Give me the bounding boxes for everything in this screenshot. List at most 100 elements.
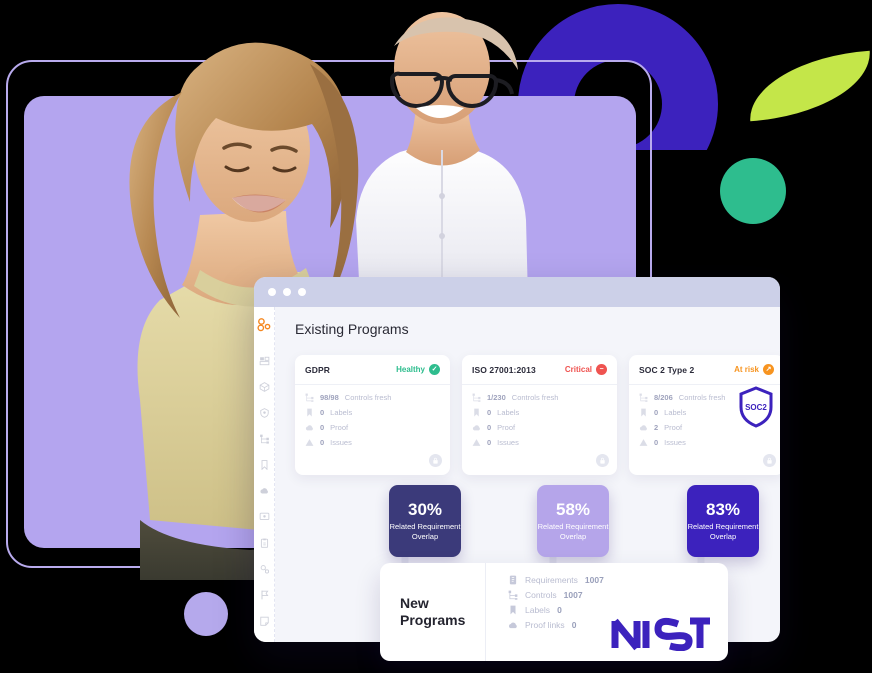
status-badge: At risk ↗ <box>734 364 774 375</box>
stat-value: 0 <box>571 620 577 630</box>
overlap-label: Related Requirement Overlap <box>389 522 461 541</box>
stat-row: 98/98 Controls fresh <box>305 393 440 402</box>
status-badge: Critical − <box>565 364 607 375</box>
overlap-label: Related Requirement Overlap <box>537 522 609 541</box>
stat-value: 0 <box>487 408 492 417</box>
cloud-icon <box>508 622 517 629</box>
stat-value: 0 <box>320 438 325 447</box>
arrow-circle-icon: ↗ <box>763 364 774 375</box>
monitor-icon[interactable] <box>258 512 271 522</box>
stat-value: 0 <box>320 423 325 432</box>
overlap-badge[interactable]: 58% Related Requirement Overlap <box>537 485 609 557</box>
overlap-badge[interactable]: 83% Related Requirement Overlap <box>687 485 759 557</box>
stat-value: 0 <box>320 408 325 417</box>
stat-row: 0 Issues <box>639 438 774 447</box>
stat-label: Labels <box>664 408 687 417</box>
stat-value: 1007 <box>584 575 604 585</box>
stat-row: Requirements 1007 <box>508 575 728 585</box>
lilac-dot-decoration <box>184 592 228 636</box>
leaf-decoration <box>745 50 872 122</box>
teal-circle-decoration <box>720 158 786 224</box>
card-action-button[interactable] <box>763 454 776 467</box>
stat-row: 0 Labels <box>472 408 607 417</box>
stat-label: Labels <box>497 408 520 417</box>
card-header: SOC 2 Type 2 At risk ↗ <box>629 355 780 385</box>
overlap-percent: 83% <box>705 500 741 520</box>
hierarchy-icon <box>472 393 481 402</box>
stat-value: 0 <box>654 438 659 447</box>
note-icon[interactable] <box>258 616 271 626</box>
program-name: ISO 27001:2013 <box>472 364 536 375</box>
stat-row: 1/230 Controls fresh <box>472 393 607 402</box>
alert-circle-icon: − <box>596 364 607 375</box>
stat-label: Issues <box>330 438 352 447</box>
program-card[interactable]: GDPR Healthy ✓ 98/98 Controls fresh 0 Labe… <box>295 355 450 475</box>
soc2-emblem-text: SOC2 <box>745 403 767 412</box>
program-card[interactable]: SOC 2 Type 2 At risk ↗ 8/206 Controls fre… <box>629 355 780 475</box>
people-photo-second <box>330 0 560 300</box>
stat-label: Issues <box>664 438 686 447</box>
maximize-icon[interactable] <box>298 288 306 296</box>
overlap-label: Related Requirement Overlap <box>687 522 759 541</box>
card-stats: 1/230 Controls fresh 0 Labels 0 Proof 0 Issu… <box>462 385 617 475</box>
cloud-icon <box>639 425 647 431</box>
stat-value: 1/230 <box>487 393 506 402</box>
hierarchy-icon <box>639 393 648 402</box>
cloud-icon <box>472 425 480 431</box>
nist-logo <box>611 617 710 651</box>
program-card[interactable]: ISO 27001:2013 Critical − 1/230 Controls … <box>462 355 617 475</box>
sidebar-rail <box>254 307 275 642</box>
stat-value: 0 <box>654 408 659 417</box>
stat-label: Proof links <box>525 620 565 630</box>
card-action-button[interactable] <box>596 454 609 467</box>
shield-icon[interactable] <box>258 408 271 419</box>
soc2-shield-emblem: SOC2 <box>739 386 773 428</box>
stat-label: Controls fresh <box>344 393 392 402</box>
stat-label: Controls <box>525 590 557 600</box>
minimize-icon[interactable] <box>283 288 291 296</box>
stat-label: Proof <box>330 423 349 432</box>
dashboard-icon[interactable] <box>258 356 271 366</box>
close-icon[interactable] <box>268 288 276 296</box>
flag-icon[interactable] <box>258 590 271 600</box>
new-programs-title-line2: Programs <box>400 612 466 628</box>
stat-row: 0 Issues <box>472 438 607 447</box>
new-programs-panel: New Programs Requirements 1007 Controls 100… <box>380 563 728 661</box>
stat-label: Controls fresh <box>678 393 726 402</box>
settings-gear-icon[interactable] <box>258 564 271 574</box>
box-icon[interactable] <box>258 382 271 393</box>
hierarchy-icon <box>305 393 314 402</box>
bookmark-icon <box>510 605 516 615</box>
stat-label: Labels <box>525 605 551 615</box>
card-header: ISO 27001:2013 Critical − <box>462 355 617 385</box>
program-name: SOC 2 Type 2 <box>639 364 695 375</box>
card-header: GDPR Healthy ✓ <box>295 355 450 385</box>
app-logo-icon[interactable] <box>254 317 274 332</box>
stat-value: 2 <box>654 423 659 432</box>
status-label: Critical <box>564 365 592 374</box>
stat-label: Proof <box>497 423 516 432</box>
bookmark-icon <box>307 408 312 417</box>
status-label: At risk <box>734 365 759 374</box>
stat-row: 0 Proof <box>472 423 607 432</box>
stat-label: Controls fresh <box>511 393 559 402</box>
hierarchy-icon <box>508 590 518 600</box>
lock-icon <box>767 457 772 464</box>
stat-label: Requirements <box>525 575 578 585</box>
program-cards: GDPR Healthy ✓ 98/98 Controls fresh 0 Labe… <box>295 355 780 475</box>
status-label: Healthy <box>396 365 425 374</box>
overlap-badge[interactable]: 30% Related Requirement Overlap <box>389 485 461 557</box>
overlap-percent: 30% <box>407 500 443 520</box>
hierarchy-icon[interactable] <box>258 434 271 444</box>
warning-icon <box>639 439 648 446</box>
window-titlebar <box>254 277 780 307</box>
stat-value: 8/206 <box>654 393 673 402</box>
bookmark-icon[interactable] <box>258 460 271 471</box>
stat-row: 0 Labels <box>305 408 440 417</box>
clipboard-icon[interactable] <box>258 538 271 548</box>
cloud-icon <box>305 425 313 431</box>
bookmark-icon <box>474 408 479 417</box>
card-action-button[interactable] <box>429 454 442 467</box>
cloud-icon[interactable] <box>258 486 271 496</box>
stat-value: 1007 <box>563 590 583 600</box>
